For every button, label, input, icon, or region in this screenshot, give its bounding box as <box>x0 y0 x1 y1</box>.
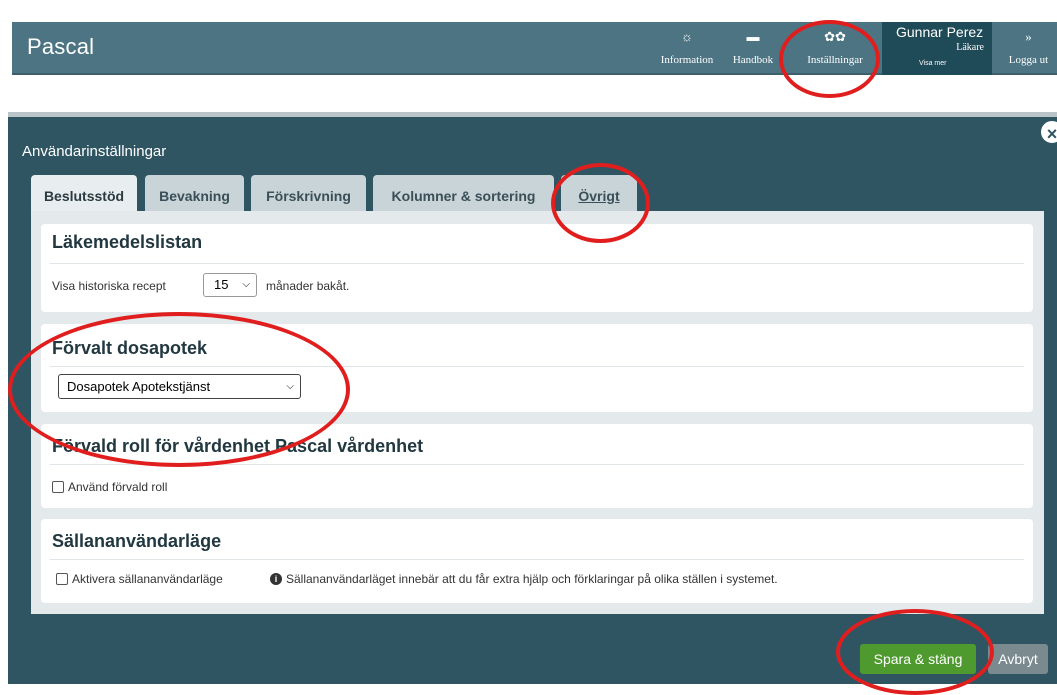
tab-label: Förskrivning <box>266 188 351 204</box>
section-title: Läkemedelslistan <box>52 232 203 252</box>
occasional-user-checkbox[interactable] <box>56 573 68 585</box>
tab-ovrigt[interactable]: Övrigt <box>561 175 637 213</box>
divider <box>50 263 1024 264</box>
history-prefix-label: Visa historiska recept <box>52 279 166 293</box>
user-menu[interactable]: Gunnar Perez Läkare Visa mer <box>882 22 992 75</box>
section-title: Förvald roll för vårdenhet Pascal vården… <box>52 436 424 456</box>
section-title: Förvalt dosapotek <box>52 338 208 358</box>
divider <box>50 366 1024 367</box>
info-icon: i <box>270 573 282 585</box>
divider <box>50 559 1024 560</box>
tab-label: Kolumner & sortering <box>391 188 536 204</box>
history-months-select[interactable]: 15 ⌵ <box>203 273 257 297</box>
app-title: Pascal <box>27 34 95 59</box>
user-more-link[interactable]: Visa mer <box>919 60 947 67</box>
history-months-value: 15 <box>214 277 229 292</box>
tab-beslutsstod[interactable]: Beslutsstöd <box>31 175 137 213</box>
top-bar: Pascal ☼ Information ▬ Handbok ✿✿ Instäl… <box>12 22 1057 75</box>
chevron-down-icon: ⌵ <box>286 381 294 392</box>
card-medication-list: Läkemedelslistan Visa historiska recept … <box>41 224 1033 312</box>
occasional-user-info: Sällananvändarläget innebär att du får e… <box>286 572 778 586</box>
gears-icon: ✿✿ <box>824 29 846 44</box>
double-chevron-right-icon: » <box>1025 29 1032 44</box>
tab-label: Övrigt <box>578 188 620 204</box>
user-name: Gunnar Perez <box>896 24 984 40</box>
tab-label: Bevakning <box>159 188 230 204</box>
nav-handbook-label: Handbok <box>732 54 774 66</box>
chevron-down-icon: ⌵ <box>242 279 250 290</box>
book-icon: ▬ <box>746 29 760 44</box>
pharmacy-value: Dosapotek Apotekstjänst <box>67 379 211 394</box>
history-suffix-label: månader bakåt. <box>266 279 350 293</box>
nav-settings[interactable]: ✿✿ Inställningar <box>797 22 873 75</box>
card-occasional-user: Sällananvändarläge Aktivera sällananvänd… <box>41 519 1033 603</box>
tab-bevakning[interactable]: Bevakning <box>145 175 244 213</box>
default-role-label: Använd förvald roll <box>68 480 168 494</box>
divider <box>50 464 1024 465</box>
nav-information-label: Information <box>660 54 714 66</box>
card-default-role: Förvald roll för vårdenhet Pascal vården… <box>41 424 1033 508</box>
save-close-button[interactable]: Spara & stäng <box>860 644 976 674</box>
pharmacy-select[interactable]: Dosapotek Apotekstjänst ⌵ <box>58 374 301 399</box>
lightbulb-icon: ☼ <box>681 29 693 44</box>
tab-kolumner-sortering[interactable]: Kolumner & sortering <box>373 175 554 213</box>
section-title: Sällananvändarläge <box>52 531 222 551</box>
cancel-button[interactable]: Avbryt <box>988 644 1048 674</box>
nav-information[interactable]: ☼ Information <box>647 22 727 75</box>
nav-logout-label: Logga ut <box>1008 54 1049 66</box>
nav-logout[interactable]: » Logga ut <box>1000 22 1057 75</box>
occasional-user-label: Aktivera sällananvändarläge <box>72 572 223 586</box>
tab-label: Beslutsstöd <box>43 188 125 204</box>
nav-settings-label: Inställningar <box>807 54 863 66</box>
default-role-checkbox[interactable] <box>52 481 64 493</box>
user-role: Läkare <box>956 42 984 53</box>
modal-title: Användarinställningar <box>22 143 167 160</box>
nav-handbook[interactable]: ▬ Handbok <box>729 22 777 75</box>
tab-forskrivning[interactable]: Förskrivning <box>251 175 366 213</box>
